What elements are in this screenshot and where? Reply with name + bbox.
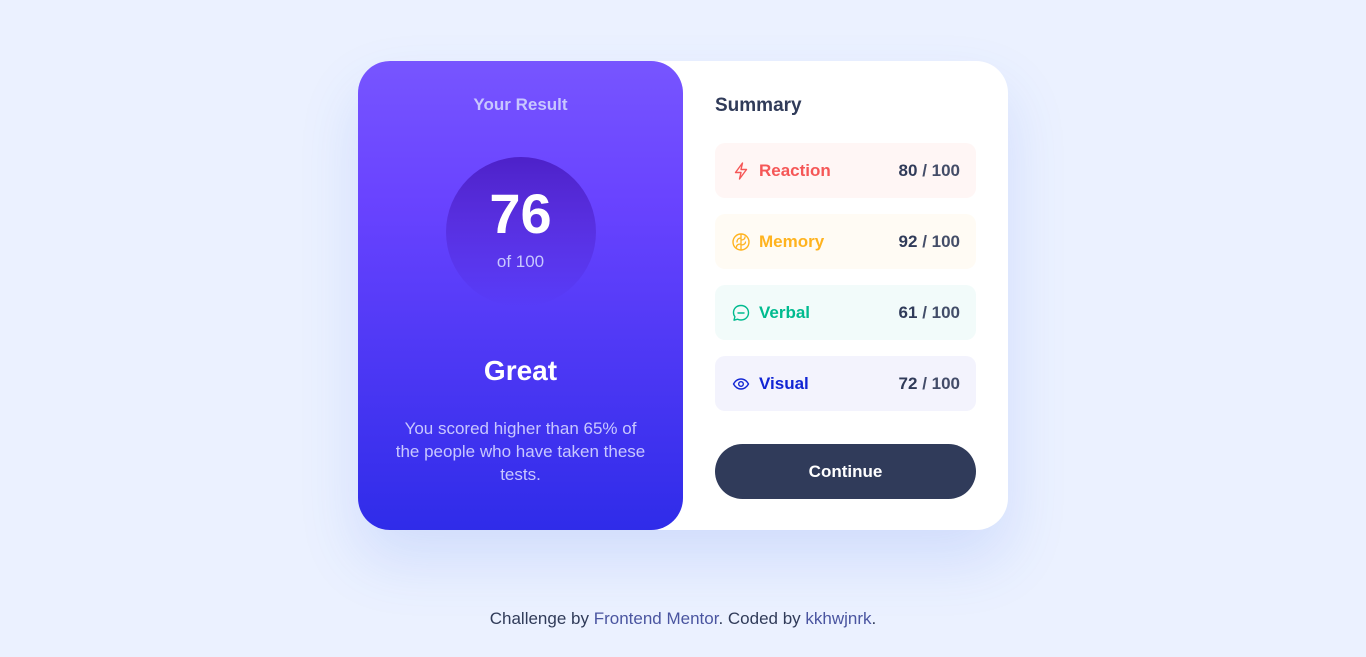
result-panel: Your Result 76 of 100 Great You scored h… — [358, 61, 683, 530]
summary-list: Reaction 80 / 100 Memory 92 / 100 Verbal… — [715, 143, 976, 411]
summary-item-score: 61 / 100 — [899, 303, 960, 323]
speech-bubble-icon — [731, 303, 751, 323]
footer-middle: . Coded by — [718, 609, 806, 628]
summary-item-label: Memory — [759, 231, 825, 251]
attribution-footer: Challenge by Frontend Mentor. Coded by k… — [0, 608, 1366, 630]
summary-title: Summary — [715, 95, 802, 116]
score-max: / 100 — [922, 302, 960, 322]
score-max: / 100 — [922, 231, 960, 251]
verdict-description: You scored higher than 65% of the people… — [395, 419, 646, 484]
footer-suffix: . — [871, 609, 877, 628]
summary-item-reaction: Reaction 80 / 100 — [715, 143, 976, 198]
continue-button[interactable]: Continue — [715, 444, 976, 499]
score-of: of 100 — [496, 252, 545, 271]
summary-item-label: Reaction — [759, 160, 831, 180]
author-link[interactable]: kkhwjnrk — [805, 609, 871, 628]
frontend-mentor-link[interactable]: Frontend Mentor — [594, 609, 719, 628]
score-number: 92 — [898, 231, 918, 251]
score-number: 80 — [898, 160, 918, 180]
summary-panel: Summary Reaction 80 / 100 Memory 92 / 10… — [683, 61, 1008, 530]
results-card: Your Result 76 of 100 Great You scored h… — [358, 61, 1008, 530]
summary-item-score: 80 / 100 — [899, 161, 960, 181]
score-number: 61 — [898, 302, 918, 322]
brain-icon — [731, 232, 751, 252]
summary-item-score: 92 / 100 — [899, 232, 960, 252]
footer-prefix: Challenge by — [489, 609, 594, 628]
score-max: / 100 — [922, 160, 960, 180]
score-value: 76 — [489, 182, 552, 245]
summary-item-verbal: Verbal 61 / 100 — [715, 285, 976, 340]
result-title: Your Result — [473, 95, 568, 114]
verdict: Great — [483, 355, 558, 386]
summary-item-label: Verbal — [759, 302, 811, 322]
lightning-icon — [731, 161, 751, 181]
score-number: 72 — [898, 373, 918, 393]
summary-item-score: 72 / 100 — [899, 374, 960, 394]
summary-item-visual: Visual 72 / 100 — [715, 356, 976, 411]
summary-item-memory: Memory 92 / 100 — [715, 214, 976, 269]
eye-icon — [731, 374, 751, 394]
summary-item-label: Visual — [759, 373, 809, 393]
score-max: / 100 — [922, 373, 960, 393]
score-circle: 76 of 100 — [445, 157, 596, 307]
